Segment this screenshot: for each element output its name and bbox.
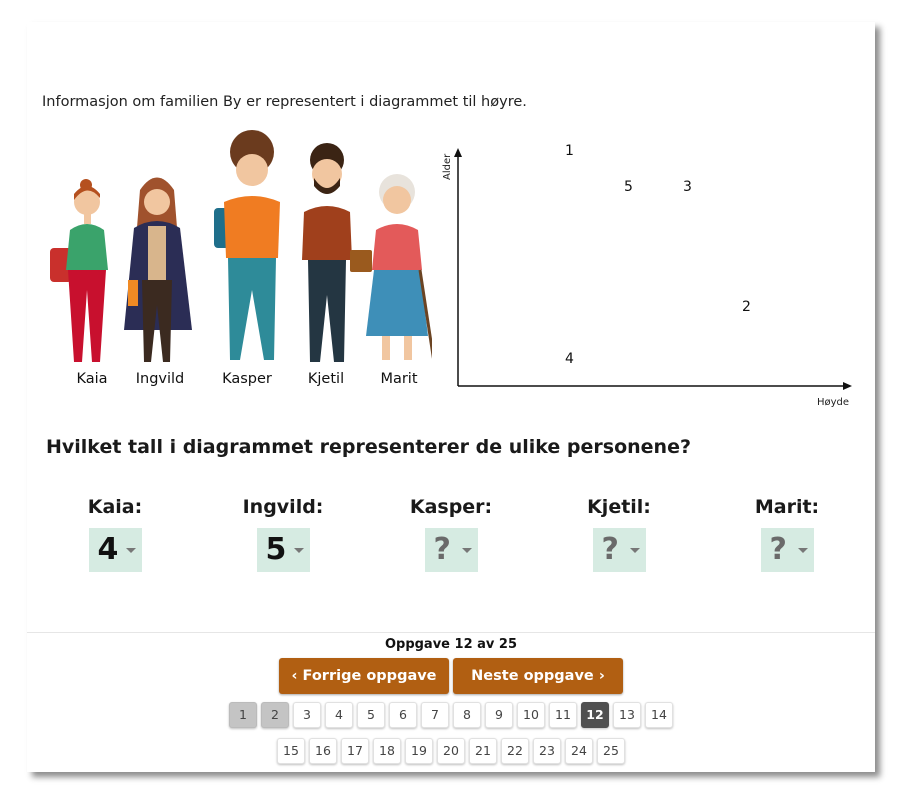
answer-ingvild: Ingvild: 5 bbox=[223, 496, 343, 572]
answer-kaia: Kaia: 4 bbox=[55, 496, 175, 572]
page-button-1[interactable]: 1 bbox=[229, 702, 257, 728]
page-button-19[interactable]: 19 bbox=[405, 738, 433, 764]
next-task-button[interactable]: Neste oppgave › bbox=[453, 658, 623, 694]
answer-label-ingvild: Ingvild: bbox=[242, 496, 324, 518]
answer-value-kjetil: ? bbox=[601, 532, 619, 567]
page-button-6[interactable]: 6 bbox=[389, 702, 417, 728]
next-task-label: Neste oppgave bbox=[471, 668, 594, 684]
page-button-9[interactable]: 9 bbox=[485, 702, 513, 728]
page-button-12[interactable]: 12 bbox=[581, 702, 609, 728]
answer-select-kasper[interactable]: ? bbox=[424, 528, 478, 572]
page-button-16[interactable]: 16 bbox=[309, 738, 337, 764]
chevron-down-icon bbox=[797, 548, 808, 553]
page-button-10[interactable]: 10 bbox=[517, 702, 545, 728]
page-button-21[interactable]: 21 bbox=[469, 738, 497, 764]
page-button-11[interactable]: 11 bbox=[549, 702, 577, 728]
y-axis-label: Alder bbox=[442, 153, 453, 180]
intro-text: Informasjon om familien By er represente… bbox=[42, 94, 527, 110]
task-card: Informasjon om familien By er represente… bbox=[27, 22, 875, 772]
diagram-point-2: 2 bbox=[742, 299, 751, 315]
page-button-8[interactable]: 8 bbox=[453, 702, 481, 728]
person-label-ingvild: Ingvild bbox=[135, 371, 185, 387]
answer-label-marit: Marit: bbox=[754, 496, 820, 518]
page-button-17[interactable]: 17 bbox=[341, 738, 369, 764]
question-text: Hvilket tall i diagrammet representerer … bbox=[46, 436, 691, 458]
page-button-15[interactable]: 15 bbox=[277, 738, 305, 764]
chevron-down-icon bbox=[125, 548, 136, 553]
diagram-point-1: 1 bbox=[565, 143, 574, 159]
answer-value-kaia: 4 bbox=[97, 532, 119, 567]
answer-marit: Marit: ? bbox=[727, 496, 847, 572]
page-button-2[interactable]: 2 bbox=[261, 702, 289, 728]
diagram-point-4: 4 bbox=[565, 351, 574, 367]
chevron-down-icon bbox=[629, 548, 640, 553]
answer-kjetil: Kjetil: ? bbox=[559, 496, 679, 572]
page-button-25[interactable]: 25 bbox=[597, 738, 625, 764]
figure-ingvild bbox=[124, 177, 192, 362]
family-figures-image bbox=[50, 130, 436, 363]
answer-select-kjetil[interactable]: ? bbox=[592, 528, 646, 572]
page-button-4[interactable]: 4 bbox=[325, 702, 353, 728]
page-button-22[interactable]: 22 bbox=[501, 738, 529, 764]
pager-row-1: 1 2 3 4 5 6 7 8 9 10 11 12 13 14 bbox=[27, 702, 875, 728]
figure-kasper bbox=[214, 130, 280, 360]
answer-value-marit: ? bbox=[769, 532, 787, 567]
previous-task-button[interactable]: ‹ Forrige oppgave bbox=[279, 658, 449, 694]
person-label-kaia: Kaia bbox=[76, 371, 108, 387]
page-button-14[interactable]: 14 bbox=[645, 702, 673, 728]
x-axis-arrow bbox=[843, 382, 852, 390]
answer-select-ingvild[interactable]: 5 bbox=[256, 528, 310, 572]
answer-label-kasper: Kasper: bbox=[409, 496, 493, 518]
task-footer: Oppgave 12 av 25 ‹ Forrige oppgave Neste… bbox=[27, 632, 875, 772]
answer-value-kasper: ? bbox=[433, 532, 451, 567]
previous-task-label: Forrige oppgave bbox=[302, 668, 437, 684]
pager-row-2: 15 16 17 18 19 20 21 22 23 24 25 bbox=[27, 738, 875, 764]
figure-kjetil bbox=[302, 143, 372, 362]
figure-kaia bbox=[50, 179, 108, 362]
page-button-3[interactable]: 3 bbox=[293, 702, 321, 728]
chevron-down-icon bbox=[293, 548, 304, 553]
page-button-7[interactable]: 7 bbox=[421, 702, 449, 728]
diagram-points: 1 5 3 2 4 bbox=[565, 143, 751, 367]
person-label-marit: Marit bbox=[380, 371, 418, 387]
answer-value-ingvild: 5 bbox=[265, 532, 287, 567]
chevron-down-icon bbox=[461, 548, 472, 553]
family-illustration: Kaia Ingvild Kasper Kjetil Marit bbox=[42, 130, 436, 395]
y-axis-arrow bbox=[454, 148, 462, 157]
person-label-kasper: Kasper bbox=[222, 371, 272, 387]
chevron-right-icon: › bbox=[598, 668, 605, 684]
answer-kasper: Kasper: ? bbox=[391, 496, 511, 572]
page-button-13[interactable]: 13 bbox=[613, 702, 641, 728]
person-label-kjetil: Kjetil bbox=[307, 371, 345, 387]
diagram-point-5: 5 bbox=[624, 179, 633, 195]
page-button-23[interactable]: 23 bbox=[533, 738, 561, 764]
diagram-point-3: 3 bbox=[683, 179, 692, 195]
progress-text: Oppgave 12 av 25 bbox=[384, 637, 518, 652]
page-button-24[interactable]: 24 bbox=[565, 738, 593, 764]
scatter-diagram: Alder Høyde 1 5 3 2 4 bbox=[432, 140, 862, 410]
answer-select-kaia[interactable]: 4 bbox=[88, 528, 142, 572]
page-button-20[interactable]: 20 bbox=[437, 738, 465, 764]
scatter-diagram-svg: Alder Høyde 1 5 3 2 4 bbox=[442, 143, 852, 408]
page-button-18[interactable]: 18 bbox=[373, 738, 401, 764]
answer-label-kjetil: Kjetil: bbox=[587, 496, 651, 518]
page-button-5[interactable]: 5 bbox=[357, 702, 385, 728]
answer-label-kaia: Kaia: bbox=[87, 496, 143, 518]
figure-marit bbox=[366, 174, 436, 363]
chevron-left-icon: ‹ bbox=[291, 668, 298, 684]
answer-select-marit[interactable]: ? bbox=[760, 528, 814, 572]
x-axis-label: Høyde bbox=[817, 397, 849, 408]
